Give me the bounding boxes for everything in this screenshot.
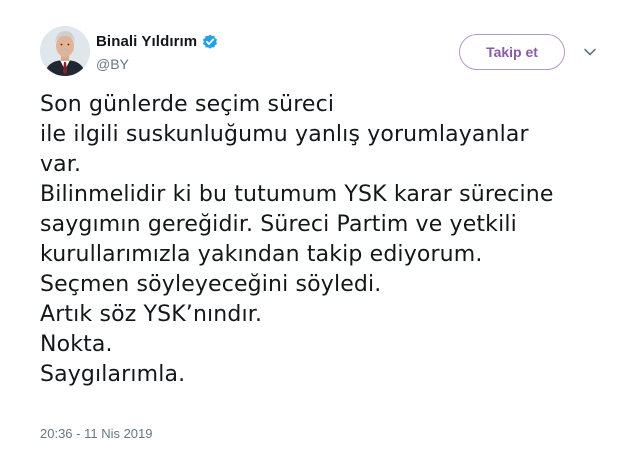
author-name-row[interactable]: Binali Yıldırım	[96, 33, 218, 50]
verified-badge-icon	[202, 34, 218, 50]
tweet-line: var.	[40, 152, 82, 177]
avatar-image	[40, 26, 90, 76]
tweet-line: Bilinmelidir ki bu tutumum YSK karar sür…	[40, 182, 554, 207]
tweet-text: Son günlerde seçim süreci ile ilgili sus…	[40, 90, 600, 390]
display-name[interactable]: Binali Yıldırım	[96, 33, 197, 50]
tweet-line: kurullarımızla yakından takip ediyorum.	[40, 242, 483, 267]
tweet-line: Son günlerde seçim süreci	[40, 92, 335, 117]
tweet-card: Binali Yıldırım @BY Takip et Son günlerd…	[0, 0, 634, 453]
tweet-line: Seçmen söyleyeceğini söyledi.	[40, 272, 382, 297]
tweet-timestamp[interactable]: 20:36 - 11 Nis 2019	[40, 426, 153, 441]
chevron-down-icon[interactable]	[582, 44, 598, 60]
tweet-line: Nokta.	[40, 332, 113, 357]
tweet-line: ile ilgili suskunluğumu yanlış yorumlaya…	[40, 122, 529, 147]
follow-button[interactable]: Takip et	[459, 34, 565, 70]
tweet-line: saygımın gereğidir. Süreci Partim ve yet…	[40, 212, 517, 237]
tweet-line: Saygılarımla.	[40, 362, 186, 387]
tweet-line: Artık söz YSK’nındır.	[40, 302, 263, 327]
author-handle[interactable]: @BY	[96, 56, 129, 72]
avatar[interactable]	[40, 26, 90, 76]
